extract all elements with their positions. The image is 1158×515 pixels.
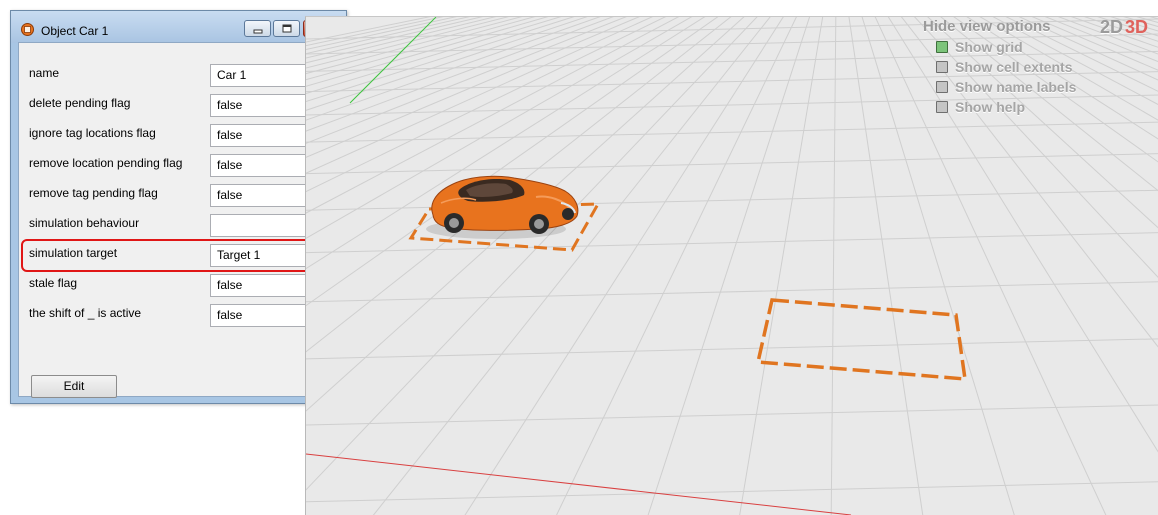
property-label: the shift of _ is active bbox=[29, 306, 142, 320]
show-name-labels-label: Show name labels bbox=[955, 79, 1077, 95]
property-row: remove location pending flag false bbox=[19, 152, 338, 182]
app-icon bbox=[21, 23, 34, 36]
mode-2d-button[interactable]: 2D bbox=[1100, 17, 1123, 37]
option-show-grid[interactable]: Show grid bbox=[936, 37, 1103, 57]
property-label: remove tag pending flag bbox=[29, 186, 158, 200]
property-row: delete pending flag false bbox=[19, 92, 338, 122]
object-properties-window: Object Car 1 name Car 1 delete pending fla… bbox=[10, 10, 347, 404]
minimize-icon bbox=[253, 29, 263, 34]
title-bar[interactable]: Object Car 1 bbox=[11, 11, 346, 43]
scene-viewport[interactable]: Hide view options Show grid Show cell ex… bbox=[305, 16, 1158, 515]
property-label: ignore tag locations flag bbox=[29, 126, 156, 140]
property-row: ignore tag locations flag false bbox=[19, 122, 338, 152]
property-label: name bbox=[29, 66, 60, 80]
show-help-checkbox[interactable] bbox=[936, 101, 948, 113]
show-name-labels-checkbox[interactable] bbox=[936, 81, 948, 93]
show-cell-extents-label: Show cell extents bbox=[955, 59, 1073, 75]
property-label: simulation behaviour bbox=[29, 216, 140, 230]
property-label: stale flag bbox=[29, 276, 78, 290]
option-show-help[interactable]: Show help bbox=[936, 97, 1103, 117]
property-label: simulation target bbox=[29, 246, 118, 260]
car-model[interactable] bbox=[426, 175, 579, 239]
axis-x-line bbox=[306, 453, 852, 515]
properties-panel: name Car 1 delete pending flag false ignore … bbox=[18, 42, 339, 398]
view-options-panel: Hide view options Show grid Show cell ex… bbox=[923, 17, 1103, 117]
option-show-cell-extents[interactable]: Show cell extents bbox=[936, 57, 1103, 77]
property-row: the shift of _ is active false bbox=[19, 302, 338, 332]
view-mode-toggle: 2D 3D bbox=[1100, 17, 1148, 39]
hide-view-options-toggle[interactable]: Hide view options bbox=[923, 17, 1103, 37]
maximize-icon bbox=[282, 24, 292, 33]
property-row: stale flag false bbox=[19, 272, 338, 302]
property-row: remove tag pending flag false bbox=[19, 182, 338, 212]
maximize-button[interactable] bbox=[273, 20, 300, 37]
show-help-label: Show help bbox=[955, 99, 1025, 115]
option-show-name-labels[interactable]: Show name labels bbox=[936, 77, 1103, 97]
window-title: Object Car 1 bbox=[41, 24, 109, 38]
property-label: delete pending flag bbox=[29, 96, 131, 110]
property-row: simulation target Target 1 bbox=[19, 242, 338, 272]
show-cell-extents-checkbox[interactable] bbox=[936, 61, 948, 73]
edit-button[interactable]: Edit bbox=[31, 375, 117, 398]
property-label: remove location pending flag bbox=[29, 156, 183, 170]
property-row: simulation behaviour bbox=[19, 212, 338, 242]
mode-3d-button[interactable]: 3D bbox=[1125, 17, 1148, 37]
show-grid-label: Show grid bbox=[955, 39, 1023, 55]
minimize-button[interactable] bbox=[244, 20, 271, 37]
target-cell-outline[interactable] bbox=[755, 298, 968, 381]
show-grid-checkbox[interactable] bbox=[936, 41, 948, 53]
property-row: name Car 1 bbox=[19, 62, 338, 92]
